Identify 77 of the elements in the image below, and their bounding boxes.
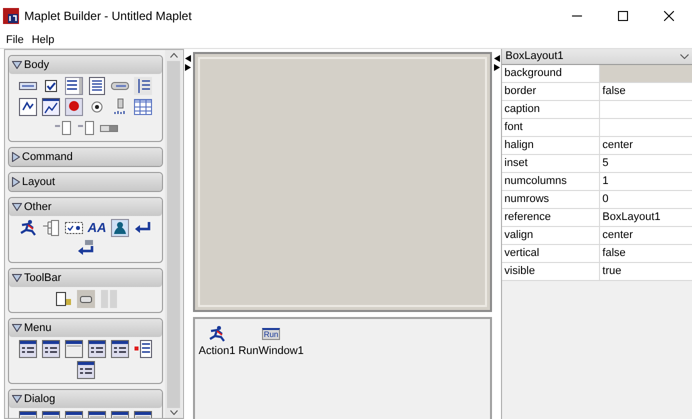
window-icon[interactable] <box>65 340 83 358</box>
table-icon[interactable] <box>134 98 152 116</box>
property-name: reference <box>502 209 600 226</box>
scroll-up-icon[interactable] <box>170 52 178 58</box>
image-icon[interactable] <box>111 219 130 237</box>
return-arrow-icon[interactable] <box>76 240 94 258</box>
tree-list-icon[interactable] <box>134 77 152 95</box>
menu-icon[interactable] <box>88 340 106 358</box>
spinner-icon[interactable] <box>54 119 72 137</box>
button-icon[interactable] <box>76 290 94 308</box>
document-icon[interactable] <box>54 290 72 308</box>
property-value[interactable]: 5 <box>600 155 692 172</box>
property-value[interactable]: false <box>600 245 692 262</box>
menu-icon[interactable] <box>111 340 129 358</box>
menu-icon[interactable] <box>76 361 94 379</box>
collapse-icon <box>12 61 22 69</box>
property-value[interactable]: BoxLayout1 <box>600 209 692 226</box>
spinner-icon[interactable] <box>76 119 94 137</box>
window-title: Maplet Builder - Untitled Maplet <box>24 8 193 25</box>
collapse-icon <box>12 324 22 332</box>
list-box-icon[interactable] <box>88 77 106 95</box>
expand-icon <box>12 152 20 162</box>
property-name: font <box>502 119 600 136</box>
plot-icon[interactable] <box>42 98 60 116</box>
menu-item[interactable]: File <box>6 32 24 48</box>
font-button[interactable]: AA <box>88 219 106 237</box>
runner-icon[interactable] <box>18 219 37 237</box>
property-name: border <box>502 83 600 100</box>
checkbox-icon[interactable] <box>42 77 60 95</box>
scrollbar[interactable] <box>165 50 182 418</box>
formula-icon[interactable] <box>19 98 37 116</box>
section-header[interactable]: Menu <box>9 319 162 337</box>
property-name: numcolumns <box>502 173 600 190</box>
section-header[interactable]: Body <box>9 56 162 74</box>
property-name: valign <box>502 227 600 244</box>
run-icon: Run <box>262 328 280 340</box>
property-value[interactable]: center <box>600 227 692 244</box>
section-header[interactable]: Layout <box>9 173 162 191</box>
text-area-icon[interactable] <box>65 77 83 95</box>
close-icon[interactable] <box>664 11 674 21</box>
property-name: caption <box>502 101 600 118</box>
color-swatch[interactable] <box>600 65 692 82</box>
tree-icon[interactable] <box>42 219 60 237</box>
property-value[interactable]: true <box>600 263 692 280</box>
property-value[interactable]: center <box>600 137 692 154</box>
menu-icon[interactable] <box>42 340 60 358</box>
splitter-arrows-icon[interactable] <box>185 54 192 70</box>
section-header[interactable]: Command <box>9 148 162 166</box>
property-name: vertical <box>502 245 600 262</box>
maximize-icon[interactable] <box>618 11 628 21</box>
popup-menu-icon[interactable] <box>134 340 152 358</box>
component-item[interactable]: Run RunWindow1 <box>238 325 304 359</box>
chevron-icon <box>680 54 689 59</box>
collapse-icon <box>12 274 22 282</box>
splitter-arrows-icon[interactable] <box>494 54 500 70</box>
menu-item[interactable]: Help <box>32 32 54 48</box>
property-name: numrows <box>502 191 600 208</box>
expand-icon <box>12 177 20 187</box>
section-header[interactable]: Other <box>9 198 162 216</box>
section-header[interactable]: Dialog <box>9 390 162 408</box>
menu-icon[interactable] <box>19 340 37 358</box>
property-value[interactable]: 1 <box>600 173 692 190</box>
scroll-down-icon[interactable] <box>170 410 178 416</box>
property-value[interactable]: 0 <box>600 191 692 208</box>
runner-icon <box>208 325 226 343</box>
component-dropdown[interactable]: BoxLayout1 <box>502 49 692 65</box>
ball-icon[interactable] <box>65 98 83 116</box>
collapse-icon <box>12 203 22 211</box>
section-header[interactable]: ToolBar <box>9 269 162 287</box>
app-icon <box>2 8 19 24</box>
property-value[interactable]: false <box>600 83 692 100</box>
collapse-icon <box>12 395 22 403</box>
property-name: visible <box>502 263 600 280</box>
property-name: halign <box>502 137 600 154</box>
checkbox-group-icon[interactable] <box>64 219 83 237</box>
property-name: inset <box>502 155 600 172</box>
component-item[interactable]: Action1 <box>198 325 236 360</box>
